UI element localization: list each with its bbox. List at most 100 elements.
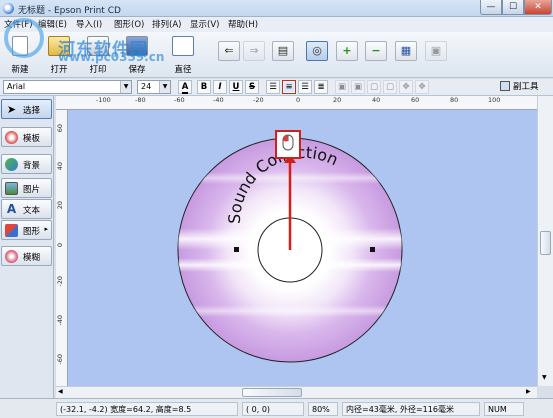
menu-help[interactable]: 帮助(H) bbox=[228, 18, 258, 30]
diameter-icon bbox=[172, 36, 194, 56]
horizontal-scrollbar[interactable]: ◀ ▶ bbox=[56, 386, 537, 398]
zoom-out-button[interactable]: − bbox=[365, 41, 387, 61]
strikethrough-button[interactable]: S bbox=[245, 80, 259, 94]
watermark-logo bbox=[4, 18, 44, 58]
inner-handle-right[interactable] bbox=[370, 247, 375, 252]
tool-picture-label: 图片 bbox=[23, 185, 41, 195]
vertical-scrollbar[interactable]: ▼ bbox=[537, 96, 553, 386]
numlock-indicator: NUM bbox=[484, 402, 524, 416]
zoom-in-button[interactable]: + bbox=[336, 41, 358, 61]
arrange-back-button[interactable]: ▣ bbox=[351, 80, 365, 94]
align-left-button[interactable]: ☰ bbox=[266, 80, 280, 94]
selection-status: (-32.1, -4.2) 宽度=64.2, 高度=8.5 bbox=[56, 402, 238, 416]
app-icon bbox=[3, 3, 14, 14]
scroll-right-icon: ▶ bbox=[526, 388, 531, 395]
menu-import[interactable]: 导入(I) bbox=[76, 18, 102, 30]
disc-stack-icon: ▤ bbox=[277, 44, 289, 57]
tool-text-label: 文本 bbox=[23, 206, 41, 216]
properties-icon: ▣ bbox=[430, 44, 442, 57]
subtool-button[interactable]: 副工具 bbox=[500, 80, 552, 94]
font-size-select[interactable]: 24 ▼ bbox=[137, 80, 171, 94]
tool-picture-button[interactable]: 图片 bbox=[1, 178, 52, 198]
title-bar: 无标题 - Epson Print CD — ☐ ✕ bbox=[0, 0, 553, 17]
tool-background-label: 背景 bbox=[23, 161, 41, 171]
font-color-button[interactable]: A bbox=[178, 80, 192, 94]
distribute-icon: ✥ bbox=[418, 82, 426, 92]
ruler-label: 80 bbox=[450, 96, 459, 104]
align-objects-icon: ✥ bbox=[402, 82, 410, 92]
tool-shape-button[interactable]: 图形 ▸ bbox=[1, 220, 52, 240]
rotate-right-icon: ⇒ bbox=[249, 44, 259, 57]
fit-view-button[interactable]: ◎ bbox=[306, 41, 328, 61]
tool-text-button[interactable]: A 文本 bbox=[1, 199, 52, 219]
bold-button[interactable]: B bbox=[197, 80, 211, 94]
tool-template-button[interactable]: 模板 bbox=[1, 127, 52, 147]
background-icon bbox=[5, 158, 18, 171]
ungroup-icon: ▢ bbox=[385, 82, 395, 92]
vertical-scroll-thumb[interactable] bbox=[540, 231, 551, 255]
ruler-label: 0 bbox=[296, 96, 301, 104]
ruler-label: 40 bbox=[56, 162, 64, 171]
tool-background-button[interactable]: 背景 bbox=[1, 154, 52, 174]
ruler-label: 0 bbox=[56, 243, 64, 248]
menu-view[interactable]: 显示(V) bbox=[190, 18, 219, 30]
font-select[interactable]: Arial ▼ bbox=[3, 80, 132, 94]
arrange-front-button[interactable]: ▣ bbox=[335, 80, 349, 94]
ruler-label: -80 bbox=[135, 96, 146, 104]
save-button-label: 保存 bbox=[128, 65, 146, 75]
ungroup-button[interactable]: ▢ bbox=[383, 80, 397, 94]
grid-button[interactable]: ▦ bbox=[395, 41, 417, 61]
maximize-button[interactable]: ☐ bbox=[502, 0, 524, 15]
tool-blur-button[interactable]: 模糊 bbox=[1, 246, 52, 266]
ruler-label: 20 bbox=[333, 96, 342, 104]
inner-handle-left[interactable] bbox=[234, 247, 239, 252]
zoom-in-icon: + bbox=[342, 44, 352, 57]
align-right-button[interactable]: ☰ bbox=[298, 80, 312, 94]
close-button[interactable]: ✕ bbox=[524, 0, 552, 15]
chevron-down-icon: ▼ bbox=[120, 81, 131, 93]
select-arrow-icon: ➤ bbox=[6, 103, 17, 116]
font-size-value: 24 bbox=[141, 82, 152, 91]
menu-edit[interactable]: 编辑(E) bbox=[38, 18, 67, 30]
minimize-button[interactable]: — bbox=[480, 0, 502, 15]
font-select-value: Arial bbox=[7, 82, 26, 91]
rotate-left-button[interactable]: ⇐ bbox=[218, 41, 240, 61]
align-center-button[interactable]: ≡ bbox=[282, 80, 296, 94]
ruler-label: 20 bbox=[56, 201, 64, 210]
zoom-out-icon: − bbox=[371, 44, 381, 57]
underline-button[interactable]: U bbox=[229, 80, 243, 94]
rotate-right-button[interactable]: ⇒ bbox=[243, 41, 265, 61]
ruler-label: -40 bbox=[213, 96, 224, 104]
diameter-button[interactable]: 直径 bbox=[166, 34, 200, 76]
menu-arrange[interactable]: 排列(A) bbox=[152, 18, 181, 30]
tool-select-button[interactable]: ➤ 选择 bbox=[1, 99, 52, 119]
tool-select-label: 选择 bbox=[23, 106, 41, 116]
justify-button[interactable]: ≣ bbox=[314, 80, 328, 94]
ruler-label: -60 bbox=[56, 354, 64, 365]
ruler-label: -20 bbox=[56, 276, 64, 287]
horizontal-scroll-thumb[interactable] bbox=[242, 388, 302, 397]
disc-type-button[interactable]: ▤ bbox=[272, 41, 294, 61]
window-title: 无标题 - Epson Print CD bbox=[18, 6, 121, 16]
scroll-left-icon: ◀ bbox=[58, 388, 63, 395]
distribute-button[interactable]: ✥ bbox=[415, 80, 429, 94]
subtool-label: 副工具 bbox=[513, 82, 539, 92]
design-canvas[interactable]: Sound Collection bbox=[68, 110, 537, 386]
cursor-position: ( 0, 0) bbox=[242, 402, 304, 416]
horizontal-ruler: -100 -80 -60 -40 -20 0 20 40 60 80 100 bbox=[56, 96, 537, 110]
group-button[interactable]: ▢ bbox=[367, 80, 381, 94]
blur-icon bbox=[5, 250, 18, 263]
ruler-label: -100 bbox=[96, 96, 111, 104]
send-back-icon: ▣ bbox=[353, 82, 363, 92]
tool-blur-label: 模糊 bbox=[23, 253, 41, 263]
menu-shape[interactable]: 图形(O) bbox=[114, 18, 144, 30]
align-objects-button[interactable]: ✥ bbox=[399, 80, 413, 94]
diameter-status: 内径=43毫米, 外径=116毫米 bbox=[342, 402, 480, 416]
rotate-left-icon: ⇐ bbox=[224, 44, 234, 57]
align-center-icon: ≡ bbox=[285, 82, 293, 92]
properties-button[interactable]: ▣ bbox=[425, 41, 447, 61]
italic-button[interactable]: I bbox=[213, 80, 227, 94]
open-button-label: 打开 bbox=[50, 65, 68, 75]
tool-panel: ➤ 选择 模板 背景 图片 A 文本 图形 ▸ 模糊 bbox=[0, 96, 54, 398]
justify-icon: ≣ bbox=[317, 82, 325, 92]
